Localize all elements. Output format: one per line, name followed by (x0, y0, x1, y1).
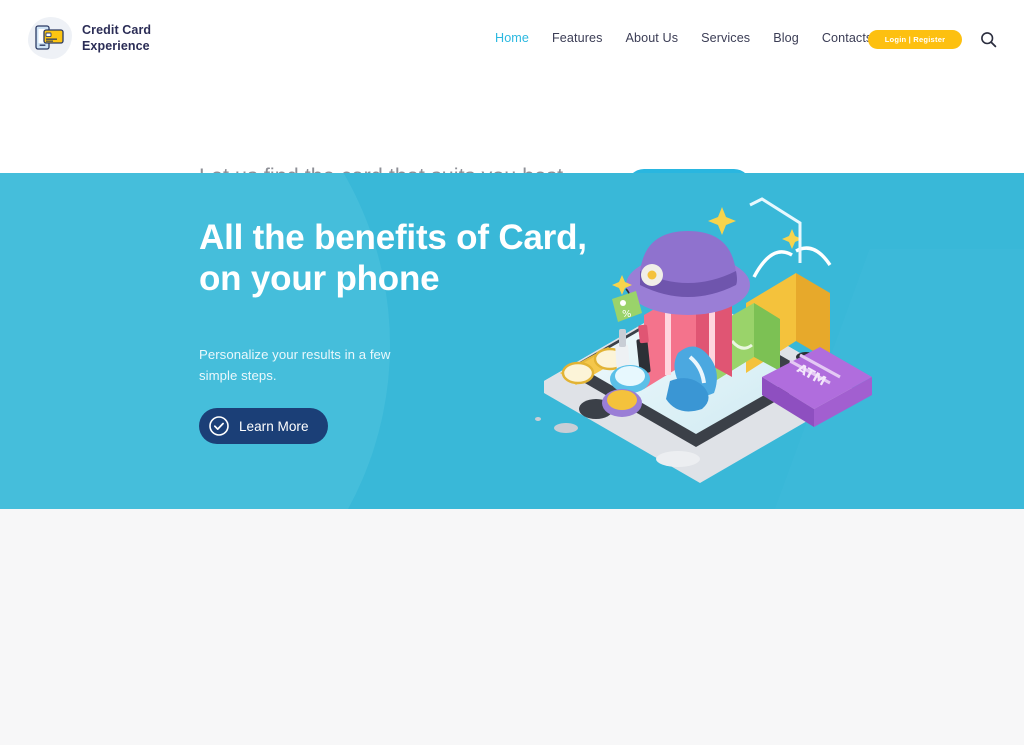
search-button[interactable] (978, 29, 998, 49)
brand-name-line2: Experience (82, 39, 150, 53)
hero-paragraph-line2: simple steps. (199, 368, 277, 384)
nav-item-contacts[interactable]: Contacts (822, 31, 873, 45)
svg-text:%: % (622, 309, 632, 320)
site-header: Credit Card Experience Home Features Abo… (0, 0, 1024, 76)
login-register-button[interactable]: Login | Register (868, 30, 962, 49)
credit-card-phone-icon (26, 14, 74, 62)
subheader-bar: Let us find the card that suits you best… (0, 76, 1024, 207)
search-icon (980, 31, 996, 47)
nav-item-blog[interactable]: Blog (773, 31, 799, 45)
learn-more-label: Learn More (239, 418, 309, 434)
features-section: Card Features and Benefits More Features… (0, 509, 1024, 745)
hero-paragraph: Personalize your results in a few simple… (199, 344, 391, 387)
main-navigation: Home Features About Us Services Blog Con… (495, 0, 872, 76)
check-circle-icon (209, 416, 229, 436)
nav-item-features[interactable]: Features (552, 31, 603, 45)
hero-section: All the benefits of Card, on your phone … (0, 173, 1024, 509)
nav-item-services[interactable]: Services (701, 31, 750, 45)
nav-item-home[interactable]: Home (495, 31, 529, 45)
hero-paragraph-line1: Personalize your results in a few (199, 347, 391, 362)
learn-more-button[interactable]: Learn More (199, 408, 328, 444)
brand-name-line1: Credit Card (82, 23, 152, 37)
brand-name: Credit Card Experience (82, 22, 151, 54)
brand-logo[interactable]: Credit Card Experience (26, 14, 151, 62)
hero-illustration: % ATM (535, 197, 872, 483)
nav-item-about-us[interactable]: About Us (626, 31, 679, 45)
